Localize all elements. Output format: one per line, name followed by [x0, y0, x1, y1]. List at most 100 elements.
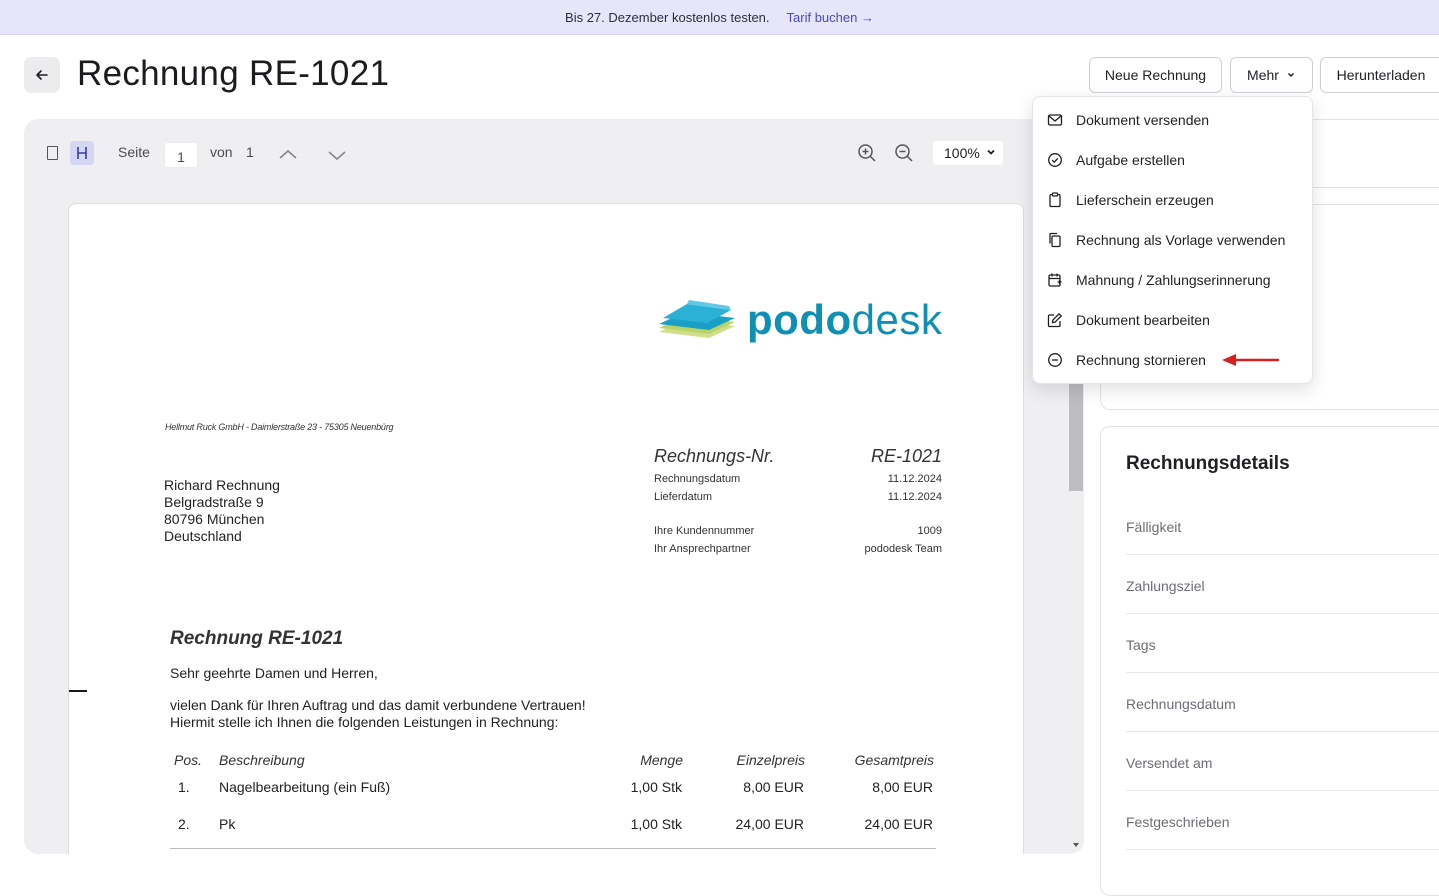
recipient-name: Richard Rechnung	[164, 477, 280, 493]
check-circle-icon	[1048, 153, 1062, 167]
logo-part-2: desk	[851, 296, 943, 343]
menu-item-dunning[interactable]: Mahnung / Zahlungserinnerung	[1033, 260, 1313, 300]
menu-item-use-as-template[interactable]: Rechnung als Vorlage verwenden	[1033, 220, 1313, 260]
zoom-in-button[interactable]	[856, 142, 878, 164]
table-header-row: Pos. Beschreibung Menge Einzelpreis Gesa…	[170, 752, 937, 770]
col-desc-header: Beschreibung	[219, 752, 305, 768]
menu-item-label: Rechnung stornieren	[1076, 352, 1206, 368]
zoom-out-button[interactable]	[893, 142, 915, 164]
zoom-value: 100%	[944, 145, 980, 161]
more-button[interactable]: Mehr	[1230, 57, 1313, 93]
trial-banner: Bis 27. Dezember kostenlos testen. Tarif…	[0, 0, 1439, 35]
minus-circle-icon	[1048, 353, 1062, 367]
recipient-address: Richard Rechnung Belgradstraße 9 80796 M…	[164, 477, 280, 545]
logo-stack-icon	[659, 300, 735, 338]
chevron-down-icon	[1287, 72, 1294, 78]
intro-line-1: vielen Dank für Ihren Auftrag und das da…	[170, 697, 586, 713]
menu-item-label: Rechnung als Vorlage verwenden	[1076, 232, 1286, 248]
detail-label: Festgeschrieben	[1126, 814, 1230, 830]
logo-part-1: podo	[747, 296, 852, 343]
detail-row-tags[interactable]: Tags	[1126, 614, 1439, 673]
invoice-meta: Rechnungs-Nr. RE-1021 Rechnungsdatum 11.1…	[654, 444, 942, 558]
single-page-icon	[46, 146, 58, 160]
row-qty: 1,00 Stk	[630, 779, 682, 795]
menu-item-create-task[interactable]: Aufgabe erstellen	[1033, 140, 1313, 180]
meta-value: 11.12.2024	[887, 491, 942, 503]
more-button-label: Mehr	[1247, 67, 1279, 83]
menu-item-delivery-note[interactable]: Lieferschein erzeugen	[1033, 180, 1313, 220]
details-title: Rechnungsdetails	[1126, 453, 1290, 474]
row-desc: Nagelbearbeitung (ein Fuß)	[219, 779, 391, 795]
recipient-street: Belgradstraße 9	[164, 494, 264, 510]
mail-icon	[1047, 114, 1063, 126]
detail-row-sent-on[interactable]: Versendet am	[1126, 732, 1439, 791]
edit-icon	[1047, 312, 1063, 328]
recipient-country: Deutschland	[164, 528, 242, 544]
scrollbar-thumb[interactable]	[1069, 379, 1083, 491]
invoice-heading: Rechnung RE-1021	[170, 628, 344, 649]
page-label: Seite	[118, 144, 150, 160]
detail-label: Tags	[1126, 637, 1156, 653]
scroll-mode-icon	[77, 147, 87, 159]
page-number-input[interactable]: 1	[164, 142, 198, 168]
table-row: 1. Nagelbearbeitung (ein Fuß) 1,00 Stk 8…	[170, 779, 937, 797]
row-pos: 1.	[178, 779, 190, 795]
zoom-select[interactable]: 100%	[933, 141, 1003, 165]
clipboard-icon	[1049, 192, 1061, 208]
banner-text: Bis 27. Dezember kostenlos testen.	[565, 9, 770, 25]
menu-item-label: Dokument versenden	[1076, 112, 1210, 128]
detail-row-due[interactable]: Fälligkeit	[1126, 496, 1439, 555]
annotation-arrow-icon	[1222, 354, 1280, 366]
fold-mark	[69, 690, 87, 692]
more-dropdown-menu: Dokument versenden Aufgabe erstellen Lie…	[1032, 96, 1313, 384]
detail-row-invoice-date[interactable]: Rechnungsdatum	[1126, 673, 1439, 732]
detail-row-payment-term[interactable]: Zahlungsziel	[1126, 555, 1439, 614]
col-total-header: Gesamtpreis	[854, 752, 934, 768]
menu-item-label: Lieferschein erzeugen	[1076, 192, 1214, 208]
calendar-reminder-icon	[1048, 273, 1062, 287]
menu-item-label: Mahnung / Zahlungserinnerung	[1076, 272, 1271, 288]
meta-value: pododesk Team	[864, 543, 942, 555]
chevron-down-icon	[987, 149, 995, 155]
greeting: Sehr geehrte Damen und Herren,	[170, 665, 378, 681]
meta-label: Rechnungsdatum	[654, 473, 741, 485]
menu-item-send-document[interactable]: Dokument versenden	[1033, 100, 1313, 140]
detail-label: Versendet am	[1126, 755, 1213, 771]
copy-icon	[1049, 232, 1061, 248]
book-plan-link[interactable]: Tarif buchen →	[787, 10, 874, 25]
menu-item-edit-document[interactable]: Dokument bearbeiten	[1033, 300, 1313, 340]
menu-item-label: Dokument bearbeiten	[1076, 312, 1210, 328]
new-invoice-button[interactable]: Neue Rechnung	[1089, 57, 1222, 93]
row-pos: 2.	[178, 816, 190, 832]
invoice-number-label: Rechnungs-Nr.	[654, 445, 775, 466]
detail-row-finalized[interactable]: Festgeschrieben	[1126, 791, 1439, 850]
back-button[interactable]	[24, 57, 60, 93]
menu-item-label: Aufgabe erstellen	[1076, 152, 1185, 168]
recipient-city: 80796 München	[164, 511, 265, 527]
col-qty-header: Menge	[640, 752, 683, 768]
invoice-page: pododesk Hellmut Ruck GmbH - Daimlerstra…	[68, 203, 1024, 854]
zoom-out-icon	[895, 144, 913, 162]
next-page-button[interactable]	[326, 145, 348, 167]
scroll-mode-button[interactable]	[70, 141, 94, 165]
col-pos-header: Pos.	[174, 752, 203, 768]
arrow-left-icon	[36, 70, 48, 80]
row-unit: 24,00 EUR	[735, 816, 804, 832]
detail-label: Rechnungsdatum	[1126, 696, 1236, 712]
single-page-mode-button[interactable]	[42, 143, 62, 163]
sender-line: Hellmut Ruck GmbH - Daimlerstraße 23 - 7…	[165, 422, 394, 432]
row-qty: 1,00 Stk	[630, 816, 682, 832]
meta-value: 1009	[917, 525, 942, 537]
total-pages: 1	[246, 144, 254, 160]
meta-value: 11.12.2024	[887, 473, 942, 485]
detail-label: Fälligkeit	[1126, 519, 1182, 535]
download-button[interactable]: Herunterladen	[1320, 57, 1439, 93]
items-table: Pos. Beschreibung Menge Einzelpreis Gesa…	[170, 752, 937, 849]
detail-label: Zahlungsziel	[1126, 578, 1205, 594]
scroll-down-arrow-icon[interactable]	[1070, 839, 1082, 851]
meta-label: Ihr Ansprechpartner	[654, 543, 751, 555]
col-unit-header: Einzelpreis	[736, 752, 805, 768]
row-unit: 8,00 EUR	[743, 779, 804, 795]
viewer-toolbar: Seite 1 von 1 100%	[24, 119, 1084, 187]
previous-page-button[interactable]	[277, 143, 299, 165]
